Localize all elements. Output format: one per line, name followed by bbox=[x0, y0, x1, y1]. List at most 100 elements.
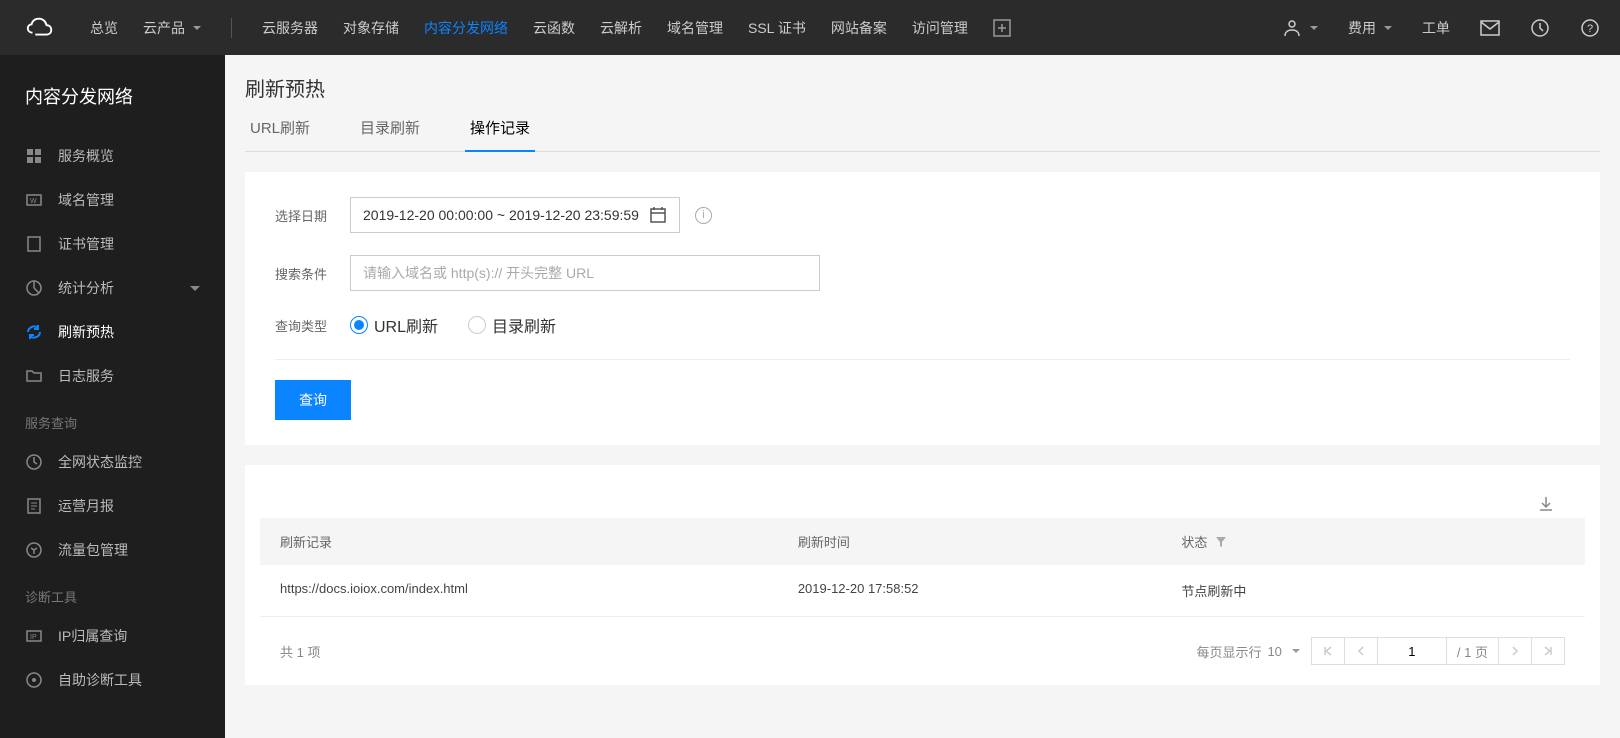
nav-cvm[interactable]: 云服务器 bbox=[262, 18, 318, 38]
sidebar-item-report[interactable]: 运营月报 bbox=[0, 484, 225, 528]
mail-link[interactable] bbox=[1480, 20, 1500, 36]
tab-dir-refresh[interactable]: 目录刷新 bbox=[355, 117, 425, 151]
cert-icon bbox=[25, 235, 43, 253]
nav-scf[interactable]: 云函数 bbox=[533, 18, 575, 38]
th-status-label: 状态 bbox=[1181, 532, 1207, 551]
radio-dir-refresh[interactable]: 目录刷新 bbox=[468, 313, 556, 337]
form-row-date: 选择日期 2019-12-20 00:00:00 ~ 2019-12-20 23… bbox=[275, 197, 1570, 233]
diag-icon bbox=[25, 671, 43, 689]
nav-label: 总览 bbox=[90, 18, 118, 38]
nav-beian[interactable]: 网站备案 bbox=[831, 18, 887, 38]
monitor-icon bbox=[25, 453, 43, 471]
pager: / 1 页 bbox=[1312, 637, 1565, 665]
download-bar bbox=[260, 480, 1585, 518]
total-prefix: 共 bbox=[280, 645, 293, 660]
svg-text:W: W bbox=[30, 198, 37, 205]
add-icon bbox=[993, 19, 1011, 37]
nav-ssl[interactable]: SSL 证书 bbox=[748, 18, 806, 38]
cloud-logo-icon bbox=[25, 13, 55, 43]
total-count: 共 1 项 bbox=[280, 642, 321, 661]
pager-next[interactable] bbox=[1498, 637, 1532, 665]
nav-dns[interactable]: 云解析 bbox=[600, 18, 642, 38]
sidebar-item-monitor[interactable]: 全网状态监控 bbox=[0, 440, 225, 484]
nav-label: 工单 bbox=[1422, 18, 1450, 38]
table-header: 刷新记录 刷新时间 状态 bbox=[260, 518, 1585, 565]
nav-domain[interactable]: 域名管理 bbox=[667, 18, 723, 38]
chevron-down-icon bbox=[190, 286, 200, 291]
total-suffix: 项 bbox=[308, 645, 321, 660]
pagination: 每页显示行 10 / 1 页 bbox=[1196, 637, 1565, 665]
th-time: 刷新时间 bbox=[798, 532, 1182, 551]
page-title: 刷新预热 bbox=[245, 73, 1600, 102]
nav-overview[interactable]: 总览 bbox=[90, 18, 118, 38]
sidebar-item-ip[interactable]: IP IP归属查询 bbox=[0, 614, 225, 658]
clock-icon bbox=[1530, 18, 1550, 38]
search-input[interactable] bbox=[350, 255, 820, 291]
tab-log[interactable]: 操作记录 bbox=[465, 117, 535, 152]
caret-down-icon bbox=[1384, 26, 1392, 30]
sidebar-section-diag: 诊断工具 bbox=[0, 572, 225, 614]
sidebar-title: 内容分发网络 bbox=[0, 75, 225, 134]
nav-products[interactable]: 云产品 bbox=[143, 18, 201, 38]
query-button[interactable]: 查询 bbox=[275, 380, 351, 420]
sidebar-item-refresh[interactable]: 刷新预热 bbox=[0, 310, 225, 354]
nav-cdn[interactable]: 内容分发网络 bbox=[424, 18, 508, 38]
caret-down-icon bbox=[1310, 26, 1318, 30]
radio-group: URL刷新 目录刷新 bbox=[350, 313, 556, 337]
sidebar-item-label: 统计分析 bbox=[58, 278, 114, 298]
date-range-input[interactable]: 2019-12-20 00:00:00 ~ 2019-12-20 23:59:5… bbox=[350, 197, 680, 233]
page-total: / 1 页 bbox=[1446, 637, 1499, 665]
nav-add[interactable] bbox=[993, 18, 1011, 38]
fee-menu[interactable]: 费用 bbox=[1348, 18, 1392, 38]
sidebar-item-traffic[interactable]: 流量包管理 bbox=[0, 528, 225, 572]
sidebar-item-domain[interactable]: W 域名管理 bbox=[0, 178, 225, 222]
ip-icon: IP bbox=[25, 627, 43, 645]
nav-label: 网站备案 bbox=[831, 18, 887, 38]
nav-label: 域名管理 bbox=[667, 18, 723, 38]
info-icon[interactable]: i bbox=[695, 207, 712, 224]
main-content: 刷新预热 URL刷新 目录刷新 操作记录 选择日期 2019-12-20 00:… bbox=[225, 55, 1620, 738]
top-header: 总览 云产品 云服务器 对象存储 内容分发网络 云函数 云解析 域名管理 SSL… bbox=[0, 0, 1620, 55]
date-label: 选择日期 bbox=[275, 206, 350, 225]
sidebar-item-label: 刷新预热 bbox=[58, 322, 114, 342]
nav-cos[interactable]: 对象存储 bbox=[343, 18, 399, 38]
sidebar-item-overview[interactable]: 服务概览 bbox=[0, 134, 225, 178]
pager-last[interactable] bbox=[1531, 637, 1565, 665]
page-size-selector[interactable]: 每页显示行 10 bbox=[1196, 642, 1299, 661]
top-right: 费用 工单 ? bbox=[1282, 18, 1600, 38]
nav-label: 费用 bbox=[1348, 18, 1376, 38]
history-link[interactable] bbox=[1530, 18, 1550, 38]
th-status[interactable]: 状态 bbox=[1181, 532, 1565, 551]
sidebar-item-label: 全网状态监控 bbox=[58, 452, 142, 472]
pager-prev[interactable] bbox=[1344, 637, 1378, 665]
sidebar-item-label: 运营月报 bbox=[58, 496, 114, 516]
ticket-link[interactable]: 工单 bbox=[1422, 18, 1450, 38]
user-menu[interactable] bbox=[1282, 18, 1318, 38]
pager-first[interactable] bbox=[1311, 637, 1345, 665]
top-nav: 总览 云产品 云服务器 对象存储 内容分发网络 云函数 云解析 域名管理 SSL… bbox=[90, 18, 1011, 38]
radio-label: 目录刷新 bbox=[492, 313, 556, 337]
divider bbox=[275, 359, 1570, 360]
sidebar-item-stats[interactable]: 统计分析 bbox=[0, 266, 225, 310]
radio-url-refresh[interactable]: URL刷新 bbox=[350, 313, 438, 337]
download-icon[interactable] bbox=[1537, 495, 1555, 518]
sidebar-item-self[interactable]: 自助诊断工具 bbox=[0, 658, 225, 702]
logo[interactable] bbox=[20, 13, 60, 43]
help-link[interactable]: ? bbox=[1580, 18, 1600, 38]
form-row-type: 查询类型 URL刷新 目录刷新 bbox=[275, 313, 1570, 337]
separator bbox=[231, 18, 232, 38]
sidebar-item-label: 证书管理 bbox=[58, 234, 114, 254]
sidebar-item-label: 域名管理 bbox=[58, 190, 114, 210]
sidebar-item-log[interactable]: 日志服务 bbox=[0, 354, 225, 398]
sidebar-item-cert[interactable]: 证书管理 bbox=[0, 222, 225, 266]
total-number: 1 bbox=[297, 645, 304, 660]
th-record: 刷新记录 bbox=[280, 532, 798, 551]
nav-cam[interactable]: 访问管理 bbox=[912, 18, 968, 38]
page-input[interactable] bbox=[1377, 637, 1447, 665]
form-row-search: 搜索条件 bbox=[275, 255, 1570, 291]
sidebar-item-label: 自助诊断工具 bbox=[58, 670, 142, 690]
tab-url-refresh[interactable]: URL刷新 bbox=[245, 117, 315, 151]
page-size-label: 每页显示行 bbox=[1196, 642, 1261, 661]
radio-label: URL刷新 bbox=[374, 313, 438, 337]
sidebar-item-label: 服务概览 bbox=[58, 146, 114, 166]
